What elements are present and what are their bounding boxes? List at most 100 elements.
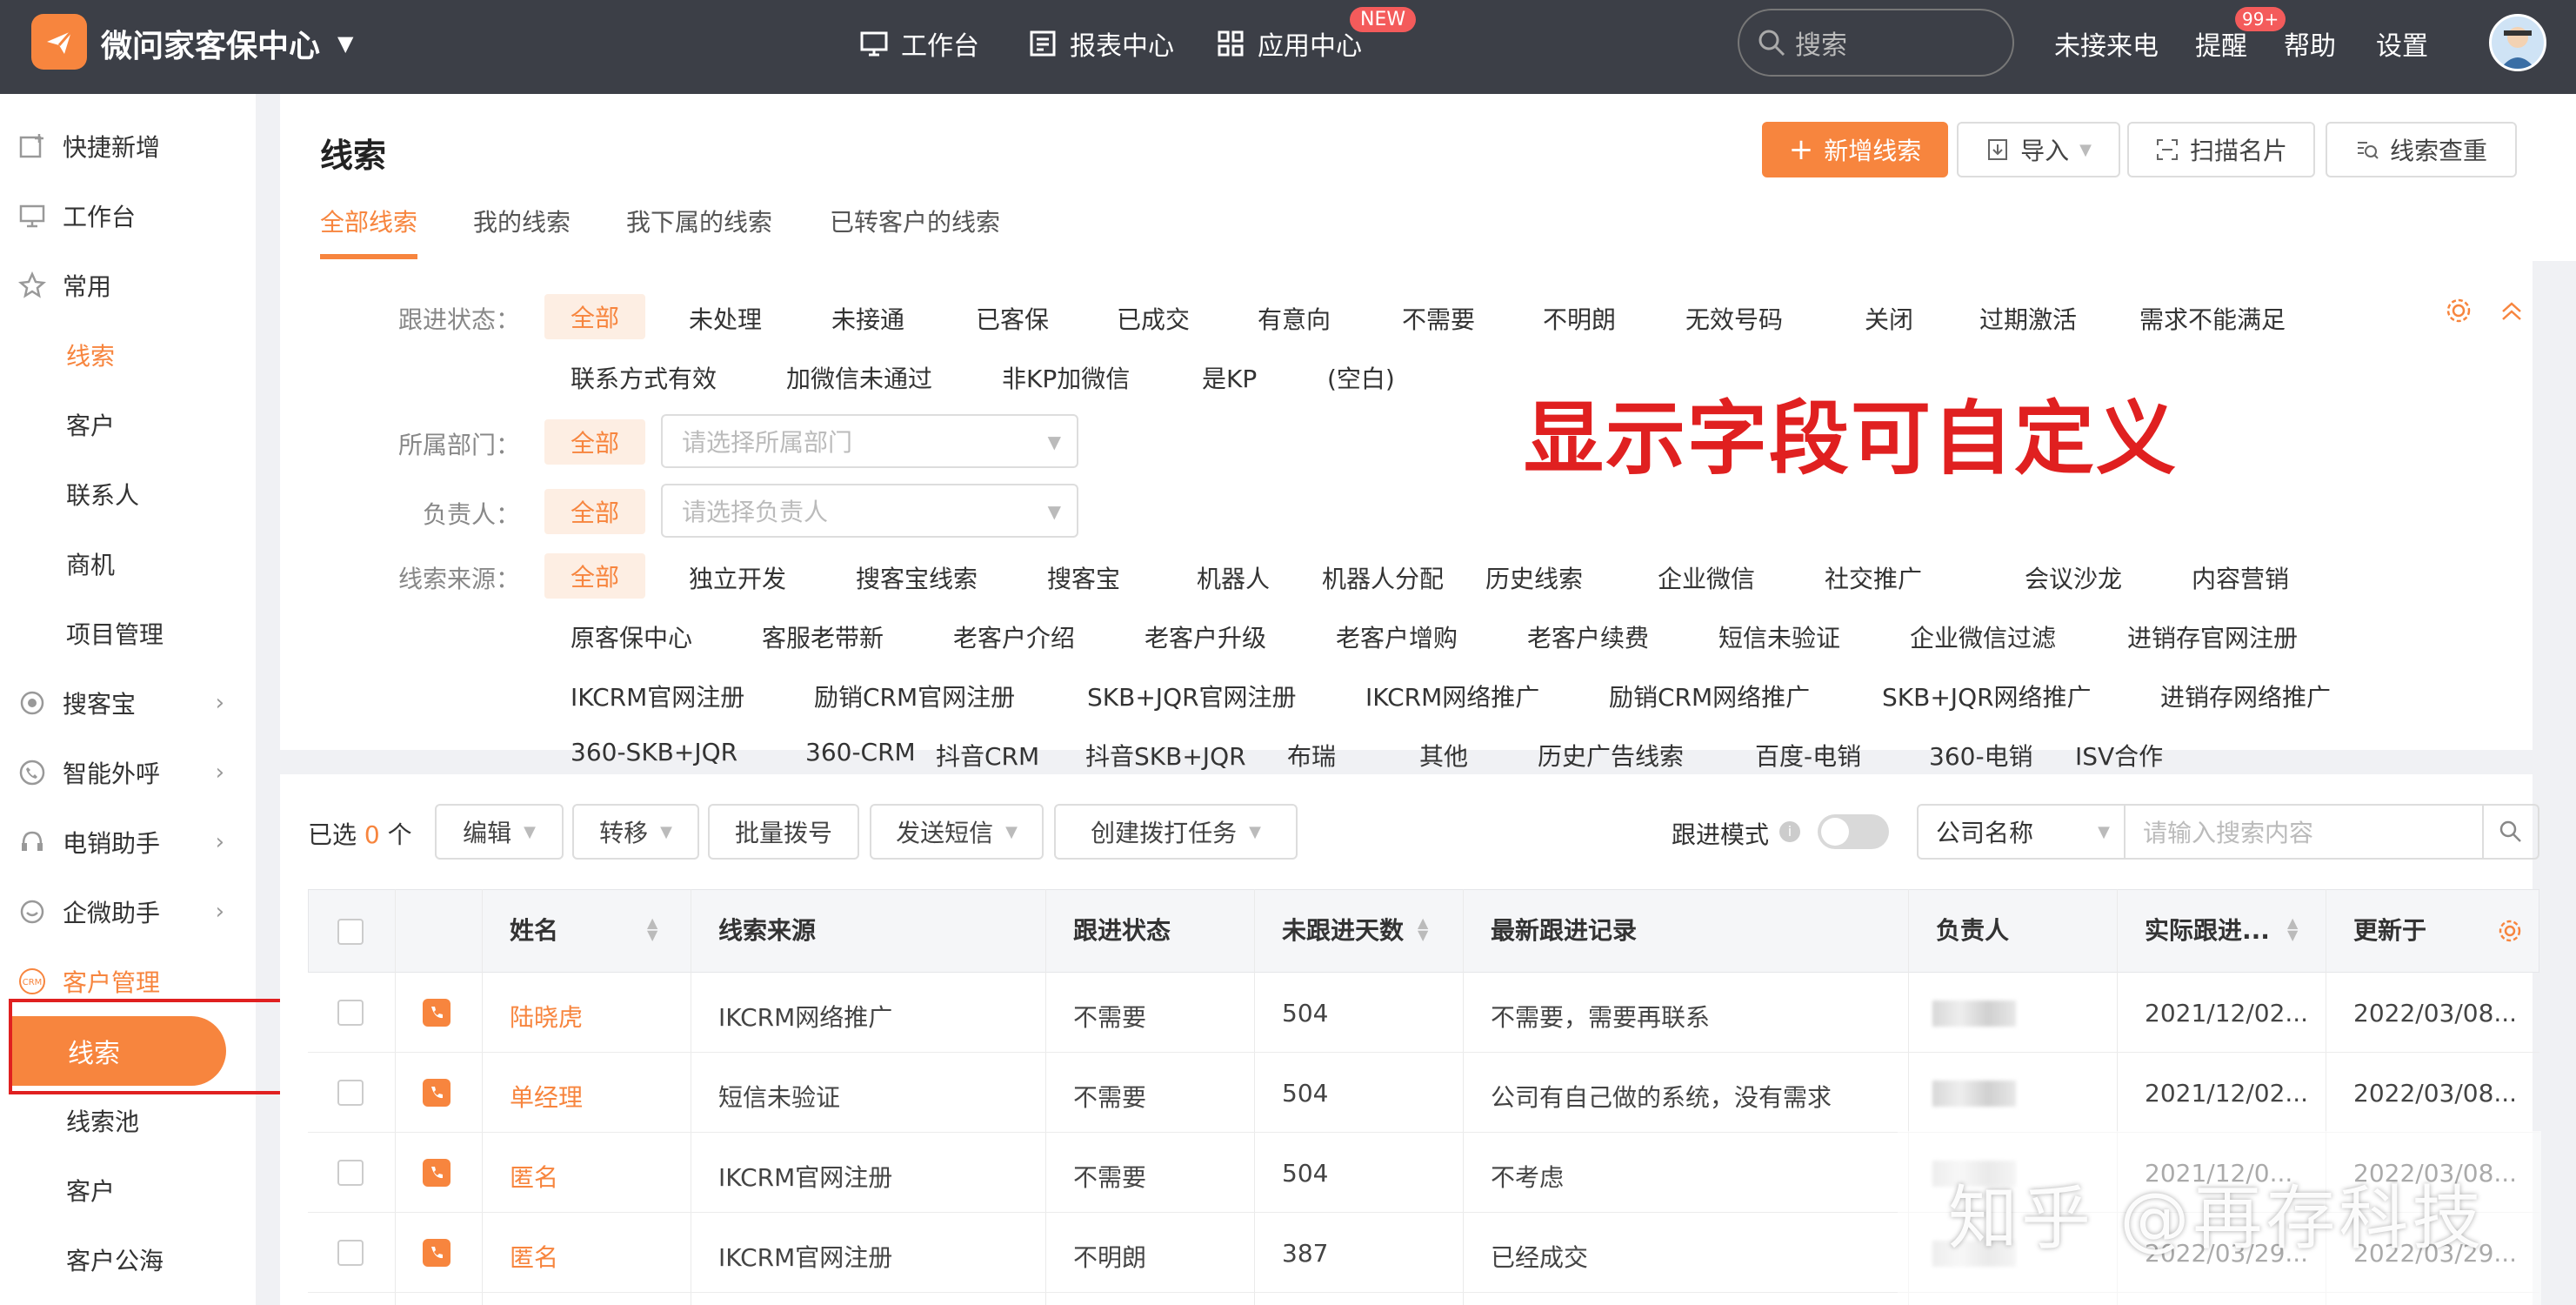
filter-chip[interactable]: 未接通 [831,301,904,336]
col-actual-follow[interactable]: 实际跟进... [2145,912,2270,947]
dedupe-button[interactable]: 线索查重 [2326,122,2517,177]
remind-link[interactable]: 提醒 [2195,24,2247,63]
filter-chip[interactable]: 老客户续费 [1527,619,1649,654]
add-lead-button[interactable]: + 新增线索 [1762,122,1948,177]
list-search-button[interactable] [2482,804,2539,860]
col-days[interactable]: 未跟进天数 [1282,912,1404,947]
filter-chip[interactable]: 360-SKB+JQR [571,738,737,766]
status-chip-all[interactable]: 全部 [544,294,646,339]
filter-chip[interactable]: 百度-电销 [1755,738,1861,773]
sidebar-item-quick-add[interactable]: 快捷新增 [0,115,256,177]
filter-chip[interactable]: 抖音SKB+JQR [1085,738,1246,773]
filter-chip[interactable]: SKB+JQR官网注册 [1087,679,1297,713]
filter-chip[interactable]: 机器人分配 [1322,560,1444,595]
col-updated[interactable]: 更新于 [2353,912,2426,947]
gear-icon[interactable] [2444,296,2473,325]
sidebar-item-lead-pool[interactable]: 线索池 [0,1089,256,1152]
filter-chip[interactable]: 独立开发 [689,560,786,595]
app-title[interactable]: 微问家客保中心 [101,21,320,66]
sidebar-item-outbound[interactable]: 智能外呼 › [0,741,256,804]
filter-chip[interactable]: 客服老带新 [762,619,884,654]
filter-chip[interactable]: 抖音CRM [936,738,1039,773]
filter-chip[interactable]: 不明朗 [1543,301,1616,336]
filter-chip[interactable]: 有意向 [1258,301,1331,336]
filter-chip[interactable]: 搜客宝 [1047,560,1120,595]
filter-chip[interactable]: 短信未验证 [1718,619,1840,654]
column-settings-gear-icon[interactable] [2496,917,2524,945]
filter-chip[interactable]: 企业微信 [1658,560,1755,595]
nav-reports[interactable]: 报表中心 [1028,24,1174,63]
sidebar-item-common[interactable]: 常用 [0,254,256,317]
row-checkbox[interactable] [337,1160,364,1186]
filter-chip[interactable]: 需求不能满足 [2139,301,2286,336]
tab-subordinate-leads[interactable]: 我下属的线索 [626,204,772,238]
filter-chip[interactable]: 过期激活 [1979,301,2077,336]
scan-card-button[interactable]: 扫描名片 [2127,122,2315,177]
sidebar-item-projects[interactable]: 项目管理 [0,602,256,665]
phone-icon[interactable] [423,1079,450,1107]
owner-select[interactable]: 请选择负责人 ▼ [661,484,1078,538]
filter-chip[interactable]: 联系方式有效 [571,360,717,395]
filter-chip[interactable]: 老客户升级 [1145,619,1266,654]
filter-chip[interactable]: 未处理 [689,301,762,336]
sidebar-item-customers[interactable]: 客户 [0,393,256,456]
create-task-button[interactable]: 创建拨打任务 ▼ [1054,804,1298,860]
global-search-input[interactable]: 搜索 [1738,9,2014,77]
filter-chip[interactable]: SKB+JQR网络推广 [1882,679,2092,713]
nav-workbench[interactable]: 工作台 [859,24,979,63]
missed-calls-link[interactable]: 未接来电 [2054,24,2159,63]
col-latest-record[interactable]: 最新跟进记录 [1491,912,1637,947]
lead-name-link[interactable]: 单经理 [510,1079,583,1114]
sidebar-item-leads[interactable]: 线索 [0,324,256,386]
filter-chip[interactable]: 已客保 [976,301,1049,336]
col-source[interactable]: 线索来源 [718,912,816,947]
filter-chip[interactable]: 原客保中心 [571,619,692,654]
filter-chip[interactable]: 老客户介绍 [953,619,1075,654]
filter-chip[interactable]: 已成交 [1117,301,1190,336]
sidebar-item-wechat[interactable]: 企微助手 › [0,880,256,943]
search-field-select[interactable]: 公司名称 ▼ [1917,804,2126,860]
batch-dial-button[interactable]: 批量拨号 [708,804,859,860]
filter-chip[interactable]: 会议沙龙 [2025,560,2122,595]
tab-all-leads[interactable]: 全部线索 [320,204,417,238]
sidebar-item-opportunities[interactable]: 商机 [0,532,256,595]
filter-chip[interactable]: 360-电销 [1929,738,2033,773]
sort-icon[interactable]: ▲ ▼ [647,916,657,942]
lead-name-link[interactable]: 匿名 [510,1159,558,1194]
filter-chip[interactable]: 加微信未通过 [786,360,932,395]
filter-chip[interactable]: 不需要 [1402,301,1475,336]
filter-chip[interactable]: 进销存网络推广 [2160,679,2331,713]
tab-converted-leads[interactable]: 已转客户的线索 [830,204,1000,238]
select-all-checkbox[interactable] [337,919,364,945]
tab-my-leads[interactable]: 我的线索 [473,204,571,238]
lead-name-link[interactable]: 陆晓虎 [510,999,583,1034]
row-checkbox[interactable] [337,1080,364,1106]
collapse-up-icon[interactable] [2498,298,2526,325]
phone-icon[interactable] [423,999,450,1027]
dept-select[interactable]: 请选择所属部门 ▼ [661,414,1078,468]
row-checkbox[interactable] [337,1000,364,1026]
sidebar-item-mgmt-customers[interactable]: 客户 [0,1159,256,1221]
filter-chip[interactable]: 机器人 [1197,560,1270,595]
app-switch-caret-icon[interactable]: ▼ [337,31,353,56]
sidebar-item-public-sea[interactable]: 客户公海 [0,1228,256,1291]
filter-chip[interactable]: 360-CRM [805,738,916,766]
filter-chip[interactable]: IKCRM网络推广 [1365,679,1539,713]
source-chip-all[interactable]: 全部 [544,553,646,599]
sidebar-item-contacts[interactable]: 联系人 [0,463,256,525]
transfer-button[interactable]: 转移 ▼ [572,804,699,860]
owner-chip-all[interactable]: 全部 [544,489,646,534]
filter-chip[interactable]: 布瑞 [1287,738,1336,773]
filter-chip[interactable]: 是KP [1202,360,1257,395]
settings-link[interactable]: 设置 [2376,24,2428,63]
filter-chip[interactable]: 企业微信过滤 [1910,619,2056,654]
send-sms-button[interactable]: 发送短信 ▼ [870,804,1044,860]
phone-icon[interactable] [423,1159,450,1187]
dept-chip-all[interactable]: 全部 [544,419,646,465]
sort-icon[interactable]: ▲ ▼ [1418,916,1428,942]
filter-chip[interactable]: 无效号码 [1685,301,1783,336]
filter-chip[interactable]: IKCRM官网注册 [571,679,744,713]
user-avatar[interactable] [2489,14,2546,71]
filter-chip[interactable]: 历史广告线索 [1538,738,1684,773]
filter-chip[interactable]: 老客户增购 [1336,619,1458,654]
